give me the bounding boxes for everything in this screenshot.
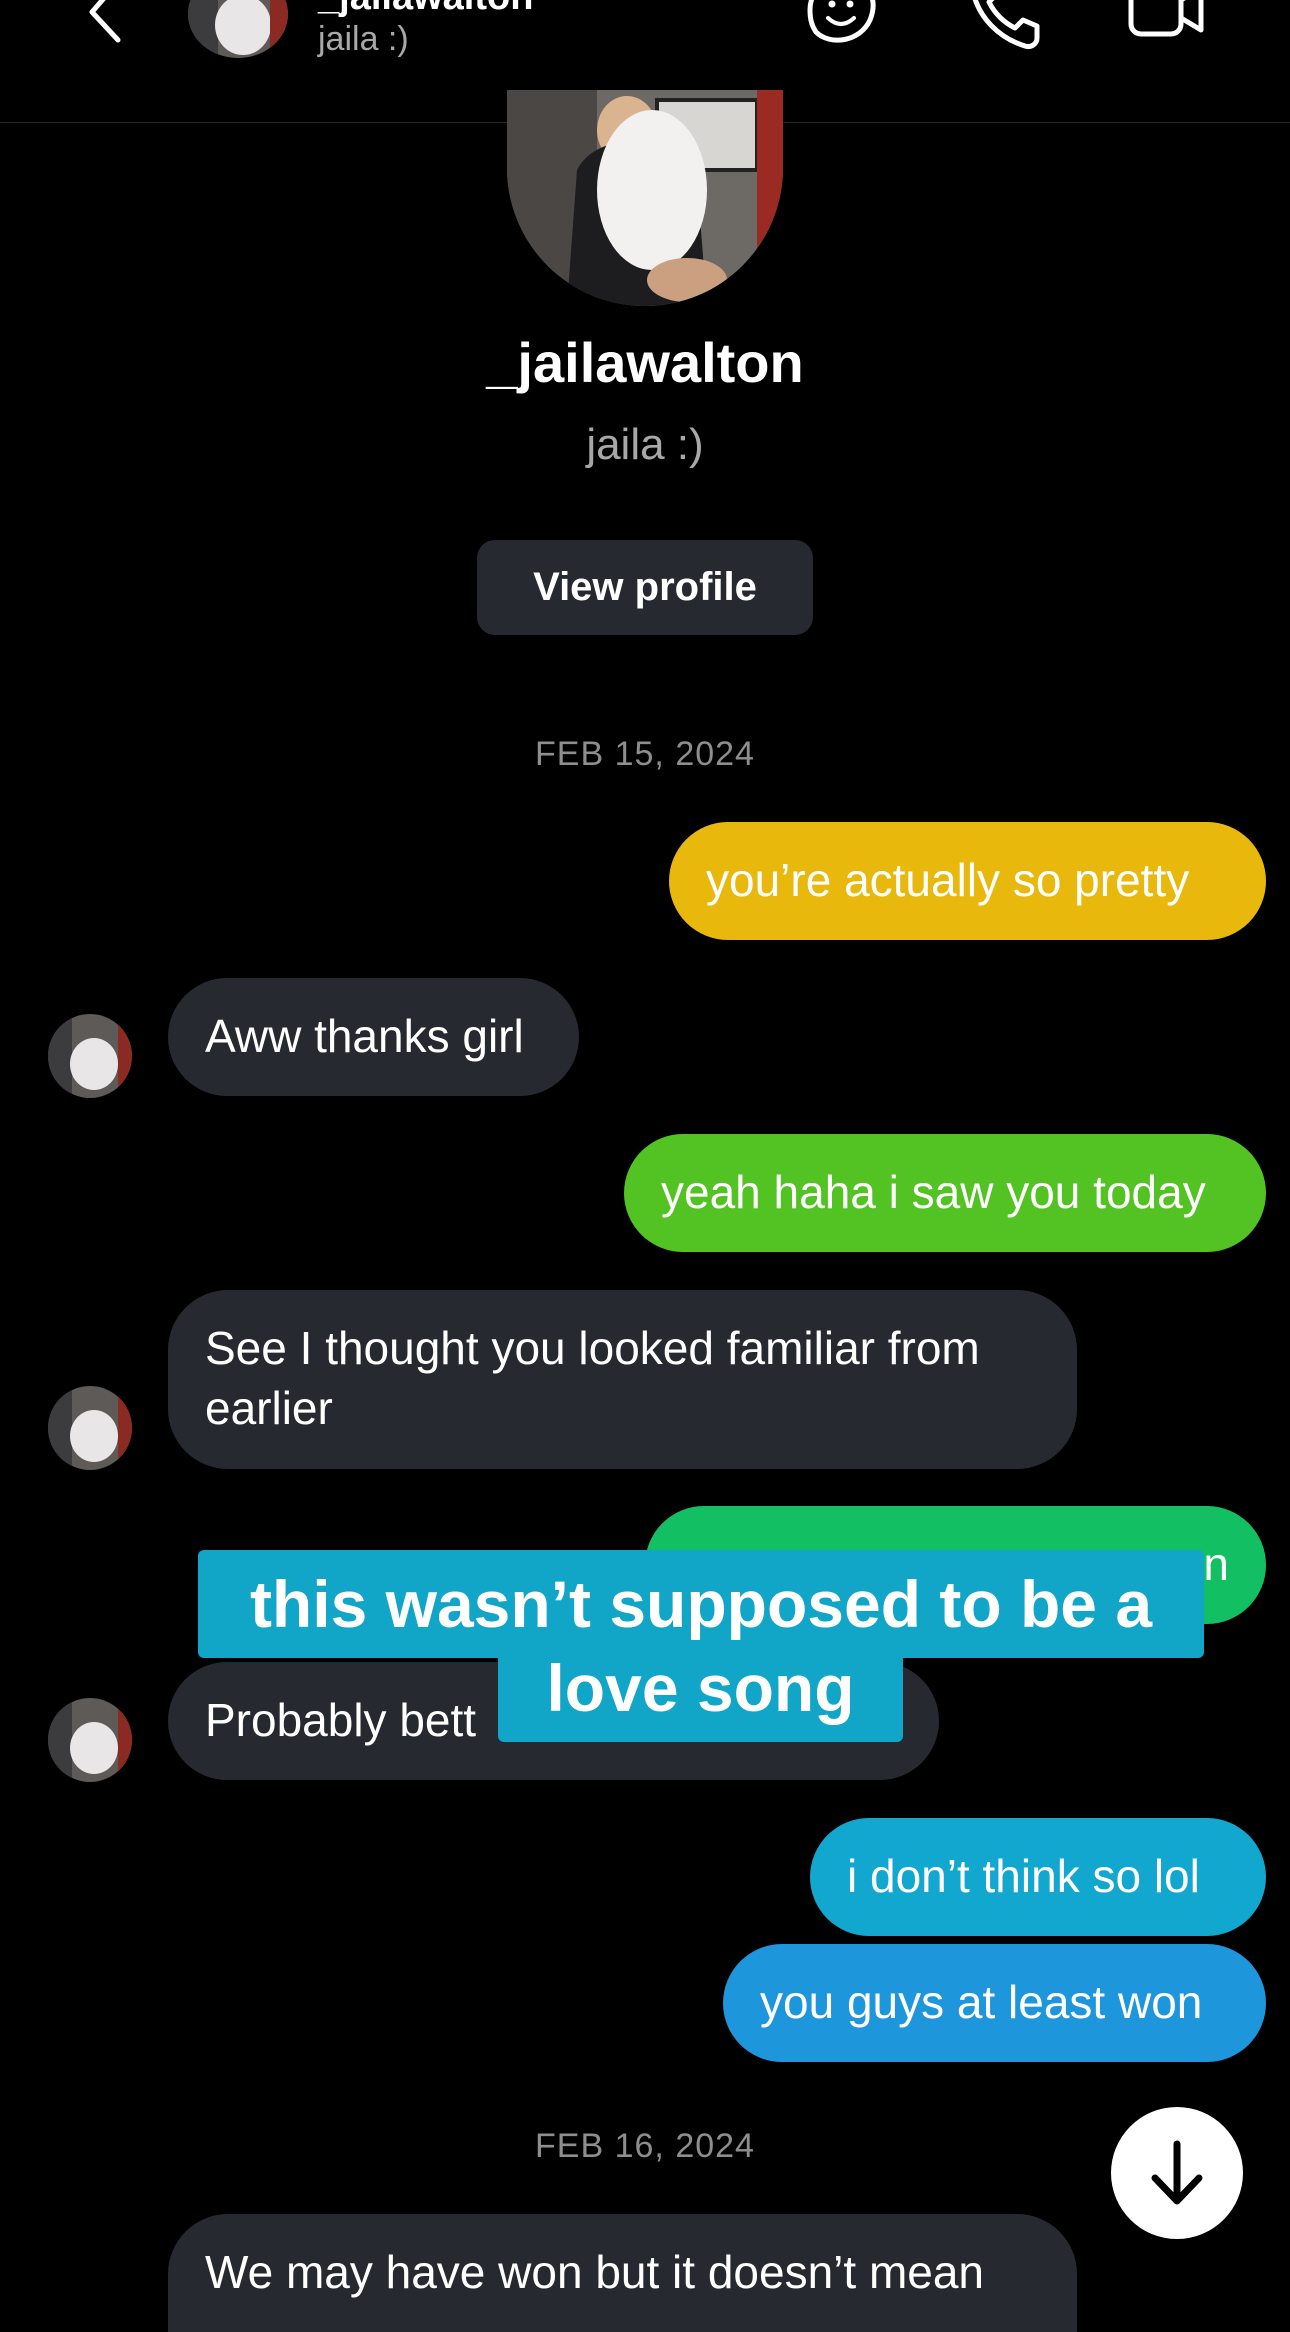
received-message[interactable]: See I thought you looked familiar from e… [168,1290,1077,1469]
scroll-to-bottom-button[interactable] [1111,2107,1243,2239]
sender-avatar [48,1386,132,1470]
sender-avatar [48,1698,132,1782]
header-avatar[interactable] [188,0,288,58]
sent-message[interactable]: you guys at least won [723,1944,1266,2062]
received-message[interactable]: Aww thanks girl [168,978,579,1096]
date-separator: FEB 16, 2024 [535,2127,755,2165]
video-icon[interactable] [1125,0,1205,50]
sent-message[interactable]: i don’t think so lol [810,1818,1266,1936]
sticker-icon[interactable] [800,0,880,50]
profile-avatar[interactable] [507,90,783,306]
date-separator: FEB 15, 2024 [535,735,755,773]
phone-icon[interactable] [965,0,1045,50]
profile-display-name: jaila :) [586,420,704,469]
header-username[interactable]: _jailawalton [318,0,533,19]
profile-username: _jailawalton [486,331,804,394]
sent-message[interactable]: yeah haha i saw you today [624,1134,1266,1252]
back-arrow-icon[interactable] [80,0,130,48]
header-display-name: jaila :) [318,20,409,58]
received-message[interactable]: We may have won but it doesn’t mean [168,2214,1077,2332]
arrow-down-icon [1151,2140,1203,2205]
sent-message[interactable]: you’re actually so pretty [669,822,1266,940]
view-profile-button[interactable]: View profile [477,540,813,635]
sender-avatar [48,1014,132,1098]
caption-line-2: love song [498,1640,903,1742]
